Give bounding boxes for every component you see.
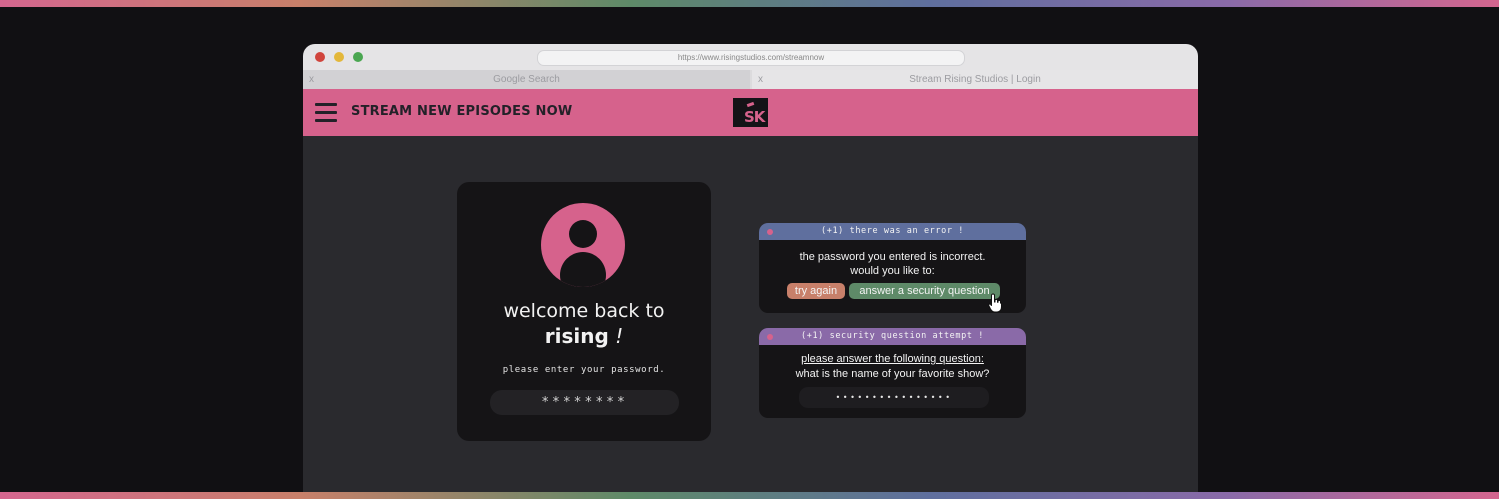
error-question: would you like to: (850, 265, 935, 277)
logo-mark-icon (746, 101, 755, 108)
tab-rising-login[interactable]: x Stream Rising Studios | Login (752, 70, 1198, 89)
minimize-window-button[interactable] (334, 52, 344, 62)
brand-heading: rising ! (457, 324, 711, 348)
title-bar: https://www.risingstudios.com/streamnow (303, 44, 1198, 70)
dialog-dot-icon (767, 229, 773, 235)
browser-window: https://www.risingstudios.com/streamnow … (303, 44, 1198, 492)
security-dialog-title: (+1) security question attempt ! (801, 331, 984, 341)
user-avatar-icon (541, 203, 625, 287)
brand-name: rising (544, 324, 609, 348)
security-question-dialog: (+1) security question attempt ! please … (759, 328, 1026, 418)
error-dialog-title: (+1) there was an error ! (821, 226, 964, 236)
password-field[interactable]: ******** (490, 390, 679, 415)
bottom-gradient-bar (0, 492, 1499, 499)
tab-bar: x Google Search x Stream Rising Studios … (303, 70, 1198, 89)
close-window-button[interactable] (315, 52, 325, 62)
address-bar[interactable]: https://www.risingstudios.com/streamnow (537, 50, 965, 66)
header-title[interactable]: STREAM NEW EPISODES NOW (351, 104, 572, 119)
tab-title: Google Search (493, 74, 560, 85)
security-question: what is the name of your favorite show? (795, 368, 990, 380)
try-again-button[interactable]: try again (787, 283, 845, 299)
welcome-heading: welcome back to (503, 300, 665, 322)
tab-close-icon[interactable]: x (758, 70, 763, 89)
login-card: welcome back to rising ! please enter yo… (457, 182, 711, 441)
top-gradient-bar (0, 0, 1499, 7)
dialog-dot-icon (767, 334, 773, 340)
hand-pointer-cursor-icon (988, 293, 1002, 313)
rising-studios-logo[interactable]: SK (733, 98, 768, 127)
security-instruction: please answer the following question: (801, 353, 984, 365)
logo-text: SK (744, 108, 765, 126)
password-prompt: please enter your password. (502, 365, 666, 375)
error-dialog: (+1) there was an error ! the password y… (759, 223, 1026, 313)
error-message: the password you entered is incorrect. (799, 251, 986, 263)
hamburger-menu-icon[interactable] (315, 103, 337, 122)
tab-close-icon[interactable]: x (309, 70, 314, 89)
security-answer-field[interactable]: •••••••••••••••• (799, 387, 989, 408)
answer-security-question-button[interactable]: answer a security question (849, 283, 1000, 299)
maximize-window-button[interactable] (353, 52, 363, 62)
security-dialog-header: (+1) security question attempt ! (759, 328, 1026, 345)
tab-title: Stream Rising Studios | Login (909, 74, 1041, 85)
brand-exclamation: ! (615, 324, 624, 348)
tab-google-search[interactable]: x Google Search (303, 70, 750, 89)
site-header: STREAM NEW EPISODES NOW SK (303, 89, 1198, 136)
error-dialog-header: (+1) there was an error ! (759, 223, 1026, 240)
